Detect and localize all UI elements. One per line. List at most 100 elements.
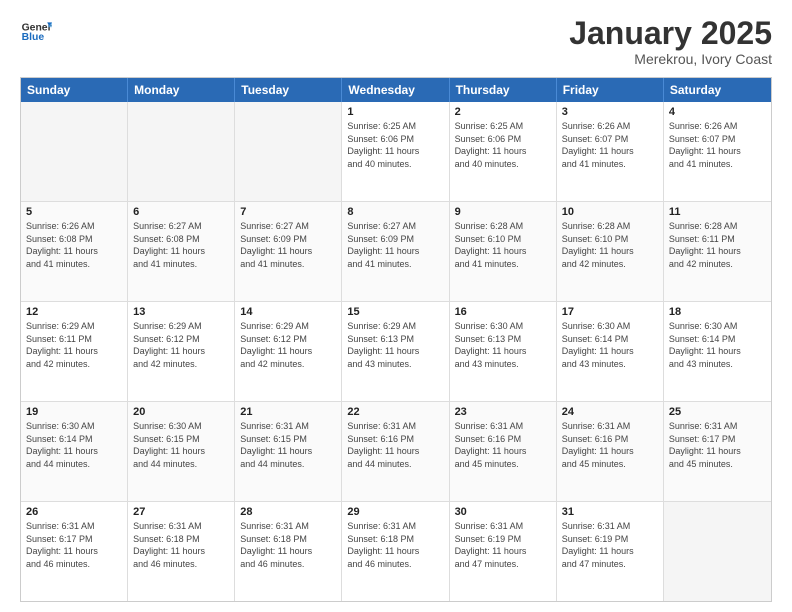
calendar: SundayMondayTuesdayWednesdayThursdayFrid… xyxy=(20,77,772,602)
day-info: Sunrise: 6:31 AMSunset: 6:16 PMDaylight:… xyxy=(455,420,551,470)
day-number: 29 xyxy=(347,506,443,518)
day-number: 30 xyxy=(455,506,551,518)
calendar-row: 1 Sunrise: 6:25 AMSunset: 6:06 PMDaylight… xyxy=(21,102,771,202)
day-info: Sunrise: 6:26 AMSunset: 6:08 PMDaylight:… xyxy=(26,220,122,270)
day-number: 16 xyxy=(455,306,551,318)
location: Merekrou, Ivory Coast xyxy=(569,51,772,67)
day-info: Sunrise: 6:31 AMSunset: 6:16 PMDaylight:… xyxy=(562,420,658,470)
weekday-header-monday: Monday xyxy=(128,78,235,102)
day-number: 25 xyxy=(669,406,766,418)
day-info: Sunrise: 6:29 AMSunset: 6:13 PMDaylight:… xyxy=(347,320,443,370)
weekday-header-tuesday: Tuesday xyxy=(235,78,342,102)
calendar-cell: 9Sunrise: 6:28 AMSunset: 6:10 PMDaylight… xyxy=(450,202,557,301)
calendar-cell: 10 Sunrise: 6:28 AMSunset: 6:10 PMDayligh… xyxy=(557,202,664,301)
day-info: Sunrise: 6:26 AMSunset: 6:07 PMDaylight:… xyxy=(562,120,658,170)
day-info: Sunrise: 6:31 AMSunset: 6:19 PMDaylight:… xyxy=(455,520,551,570)
calendar-cell: 3 Sunrise: 6:26 AMSunset: 6:07 PMDaylight… xyxy=(557,102,664,201)
calendar-cell: 11Sunrise: 6:28 AMSunset: 6:11 PMDayligh… xyxy=(664,202,771,301)
day-info: Sunrise: 6:27 AMSunset: 6:08 PMDaylight:… xyxy=(133,220,229,270)
day-info: Sunrise: 6:27 AMSunset: 6:09 PMDaylight:… xyxy=(240,220,336,270)
day-number: 23 xyxy=(455,406,551,418)
day-info: Sunrise: 6:31 AMSunset: 6:17 PMDaylight:… xyxy=(669,420,766,470)
calendar-cell: 19Sunrise: 6:30 AMSunset: 6:14 PMDayligh… xyxy=(21,402,128,501)
day-number: 15 xyxy=(347,306,443,318)
calendar-cell: 1 Sunrise: 6:25 AMSunset: 6:06 PMDaylight… xyxy=(342,102,449,201)
header: General Blue January 2025 Merekrou, Ivor… xyxy=(20,16,772,67)
calendar-cell: 29Sunrise: 6:31 AMSunset: 6:18 PMDayligh… xyxy=(342,502,449,601)
calendar-cell: 26 Sunrise: 6:31 AMSunset: 6:17 PMDayligh… xyxy=(21,502,128,601)
day-number: 24 xyxy=(562,406,658,418)
calendar-row: 26 Sunrise: 6:31 AMSunset: 6:17 PMDayligh… xyxy=(21,502,771,601)
day-number: 6 xyxy=(133,206,229,218)
calendar-cell: 27Sunrise: 6:31 AMSunset: 6:18 PMDayligh… xyxy=(128,502,235,601)
day-number: 26 xyxy=(26,506,122,518)
day-info: Sunrise: 6:25 AMSunset: 6:06 PMDaylight:… xyxy=(455,120,551,170)
calendar-cell: 8 Sunrise: 6:27 AMSunset: 6:09 PMDaylight… xyxy=(342,202,449,301)
day-number: 3 xyxy=(562,106,658,118)
weekday-header-saturday: Saturday xyxy=(664,78,771,102)
calendar-cell: 15 Sunrise: 6:29 AMSunset: 6:13 PMDayligh… xyxy=(342,302,449,401)
day-number: 20 xyxy=(133,406,229,418)
calendar-cell xyxy=(664,502,771,601)
day-info: Sunrise: 6:29 AMSunset: 6:11 PMDaylight:… xyxy=(26,320,122,370)
weekday-header-wednesday: Wednesday xyxy=(342,78,449,102)
calendar-cell xyxy=(235,102,342,201)
day-number: 14 xyxy=(240,306,336,318)
calendar-cell: 21 Sunrise: 6:31 AMSunset: 6:15 PMDayligh… xyxy=(235,402,342,501)
title-block: January 2025 Merekrou, Ivory Coast xyxy=(569,16,772,67)
day-number: 4 xyxy=(669,106,766,118)
calendar-row: 5 Sunrise: 6:26 AMSunset: 6:08 PMDaylight… xyxy=(21,202,771,302)
calendar-cell: 14 Sunrise: 6:29 AMSunset: 6:12 PMDayligh… xyxy=(235,302,342,401)
calendar-cell: 20Sunrise: 6:30 AMSunset: 6:15 PMDayligh… xyxy=(128,402,235,501)
day-number: 1 xyxy=(347,106,443,118)
day-info: Sunrise: 6:31 AMSunset: 6:17 PMDaylight:… xyxy=(26,520,122,570)
svg-text:Blue: Blue xyxy=(22,32,45,43)
calendar-cell xyxy=(21,102,128,201)
calendar-header: SundayMondayTuesdayWednesdayThursdayFrid… xyxy=(21,78,771,102)
day-info: Sunrise: 6:25 AMSunset: 6:06 PMDaylight:… xyxy=(347,120,443,170)
day-info: Sunrise: 6:31 AMSunset: 6:18 PMDaylight:… xyxy=(240,520,336,570)
day-number: 13 xyxy=(133,306,229,318)
weekday-header-friday: Friday xyxy=(557,78,664,102)
calendar-cell xyxy=(128,102,235,201)
calendar-cell: 12Sunrise: 6:29 AMSunset: 6:11 PMDayligh… xyxy=(21,302,128,401)
day-number: 17 xyxy=(562,306,658,318)
calendar-cell: 23 Sunrise: 6:31 AMSunset: 6:16 PMDayligh… xyxy=(450,402,557,501)
day-number: 10 xyxy=(562,206,658,218)
weekday-header-sunday: Sunday xyxy=(21,78,128,102)
day-info: Sunrise: 6:30 AMSunset: 6:13 PMDaylight:… xyxy=(455,320,551,370)
day-info: Sunrise: 6:28 AMSunset: 6:10 PMDaylight:… xyxy=(455,220,551,270)
day-number: 28 xyxy=(240,506,336,518)
weekday-header-thursday: Thursday xyxy=(450,78,557,102)
calendar-cell: 18Sunrise: 6:30 AMSunset: 6:14 PMDayligh… xyxy=(664,302,771,401)
day-info: Sunrise: 6:28 AMSunset: 6:11 PMDaylight:… xyxy=(669,220,766,270)
calendar-cell: 17 Sunrise: 6:30 AMSunset: 6:14 PMDayligh… xyxy=(557,302,664,401)
calendar-cell: 5 Sunrise: 6:26 AMSunset: 6:08 PMDaylight… xyxy=(21,202,128,301)
day-info: Sunrise: 6:27 AMSunset: 6:09 PMDaylight:… xyxy=(347,220,443,270)
day-number: 8 xyxy=(347,206,443,218)
day-info: Sunrise: 6:26 AMSunset: 6:07 PMDaylight:… xyxy=(669,120,766,170)
calendar-cell: 7Sunrise: 6:27 AMSunset: 6:09 PMDaylight… xyxy=(235,202,342,301)
logo: General Blue xyxy=(20,16,52,48)
day-number: 31 xyxy=(562,506,658,518)
calendar-cell: 13Sunrise: 6:29 AMSunset: 6:12 PMDayligh… xyxy=(128,302,235,401)
day-info: Sunrise: 6:31 AMSunset: 6:18 PMDaylight:… xyxy=(133,520,229,570)
day-number: 18 xyxy=(669,306,766,318)
month-title: January 2025 xyxy=(569,16,772,51)
day-info: Sunrise: 6:31 AMSunset: 6:19 PMDaylight:… xyxy=(562,520,658,570)
day-info: Sunrise: 6:31 AMSunset: 6:15 PMDaylight:… xyxy=(240,420,336,470)
day-info: Sunrise: 6:28 AMSunset: 6:10 PMDaylight:… xyxy=(562,220,658,270)
calendar-cell: 4 Sunrise: 6:26 AMSunset: 6:07 PMDaylight… xyxy=(664,102,771,201)
day-number: 2 xyxy=(455,106,551,118)
calendar-cell: 22Sunrise: 6:31 AMSunset: 6:16 PMDayligh… xyxy=(342,402,449,501)
day-number: 21 xyxy=(240,406,336,418)
calendar-cell: 30 Sunrise: 6:31 AMSunset: 6:19 PMDayligh… xyxy=(450,502,557,601)
logo-icon: General Blue xyxy=(20,16,52,48)
calendar-cell: 25 Sunrise: 6:31 AMSunset: 6:17 PMDayligh… xyxy=(664,402,771,501)
day-info: Sunrise: 6:29 AMSunset: 6:12 PMDaylight:… xyxy=(240,320,336,370)
day-number: 5 xyxy=(26,206,122,218)
calendar-cell: 2 Sunrise: 6:25 AMSunset: 6:06 PMDaylight… xyxy=(450,102,557,201)
calendar-cell: 28 Sunrise: 6:31 AMSunset: 6:18 PMDayligh… xyxy=(235,502,342,601)
day-info: Sunrise: 6:30 AMSunset: 6:14 PMDaylight:… xyxy=(562,320,658,370)
day-number: 22 xyxy=(347,406,443,418)
